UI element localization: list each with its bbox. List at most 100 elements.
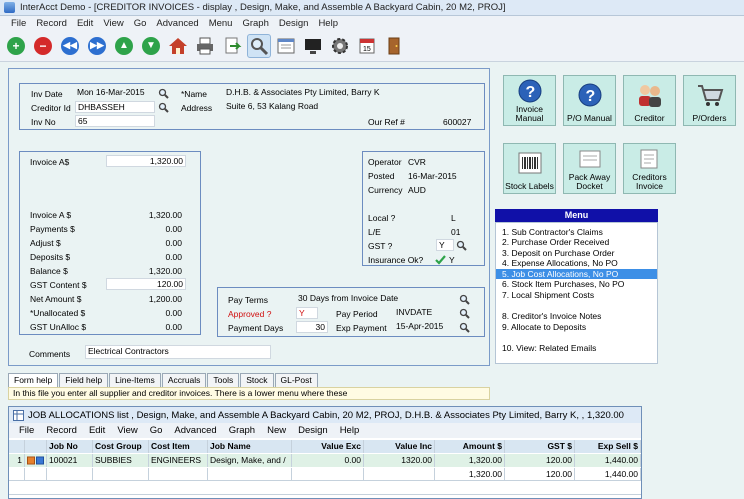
exp-payment-field[interactable]: 15-Apr-2015 (394, 321, 456, 333)
job-name-cell[interactable]: Design, Make, and / (208, 454, 292, 467)
grid-header-cell[interactable]: Cost Group (93, 440, 149, 453)
menu-design[interactable]: Design (274, 18, 314, 29)
grid-header-cell[interactable]: Amount $ (435, 440, 505, 453)
approved-field[interactable]: Y (296, 307, 318, 319)
pack-away-docket-button[interactable]: Pack Away Docket (563, 143, 616, 194)
tab-stock[interactable]: Stock (240, 373, 274, 387)
last-record-button[interactable]: ▶▶ (85, 34, 109, 58)
menu-advanced[interactable]: Advanced (151, 18, 203, 29)
creditor-id-field[interactable]: DHBASSEH (75, 101, 155, 113)
gst-content-field[interactable]: 120.00 (106, 278, 186, 290)
creditors-invoice-button[interactable]: Creditors Invoice (623, 143, 676, 194)
form-button[interactable] (274, 34, 298, 58)
gst-field[interactable]: Y (436, 239, 454, 251)
cost-item-cell[interactable]: ENGINEERS (149, 454, 208, 467)
menu-graph[interactable]: Graph (237, 18, 273, 29)
calendar-button[interactable]: 15 (355, 34, 379, 58)
grid-header-cell[interactable]: Value Exc (292, 440, 364, 453)
pay-terms-lookup-icon[interactable] (459, 294, 470, 305)
inv-no-field[interactable]: 65 (75, 115, 155, 127)
menu-menu[interactable]: Menu (204, 18, 238, 29)
sub-menu-graph[interactable]: Graph (223, 425, 261, 436)
creditor-lookup-icon[interactable] (158, 102, 169, 113)
cost-group-cell[interactable]: SUBBIES (93, 454, 149, 467)
gst-lookup-icon[interactable] (456, 240, 467, 251)
payment-days-field[interactable]: 30 (296, 321, 328, 333)
porders-button[interactable]: P/Orders (683, 75, 736, 126)
export-button[interactable] (220, 34, 244, 58)
job-no-cell[interactable]: 100021 (47, 454, 93, 467)
empty-row[interactable] (9, 482, 641, 495)
invoice-manual-button[interactable]: ? Invoice Manual (503, 75, 556, 126)
po-manual-button[interactable]: ? P/O Manual (563, 75, 616, 126)
sub-menu-view[interactable]: View (111, 425, 143, 436)
menu-item-job-cost-allocations[interactable]: 5. Job Cost Allocations, No PO (496, 269, 657, 279)
grid-header-cell[interactable]: GST $ (505, 440, 575, 453)
menu-help[interactable]: Help (313, 18, 343, 29)
address-field[interactable]: Suite 6, 53 Kalang Road (224, 101, 404, 113)
sub-menu-help[interactable]: Help (334, 425, 366, 436)
menu-file[interactable]: File (6, 18, 31, 29)
value-inc-cell[interactable]: 1320.00 (364, 454, 435, 467)
screen-button[interactable] (301, 34, 325, 58)
amount-cell[interactable]: 1,320.00 (435, 454, 505, 467)
link-icon[interactable] (36, 456, 44, 465)
invoice-amount-field[interactable]: 1,320.00 (106, 155, 186, 167)
pay-period-field[interactable]: INVDATE (394, 307, 456, 319)
menu-edit[interactable]: Edit (72, 18, 98, 29)
pay-terms-field[interactable]: 30 Days from Invoice Date (296, 293, 456, 305)
menu-item-purchase-order-received[interactable]: 2. Purchase Order Received (496, 237, 657, 247)
exp-sell-cell[interactable]: 1,440.00 (575, 454, 641, 467)
sub-menu-edit[interactable]: Edit (83, 425, 111, 436)
gst-cell[interactable]: 120.00 (505, 454, 575, 467)
grid-header-cell[interactable]: Exp Sell $ (575, 440, 641, 453)
menu-item-creditor-invoice-notes[interactable]: 8. Creditor's Invoice Notes (496, 311, 657, 321)
tab-field-help[interactable]: Field help (59, 373, 109, 387)
tab-tools[interactable]: Tools (207, 373, 240, 387)
grid-header-cell[interactable]: Cost Item (149, 440, 208, 453)
print-button[interactable] (193, 34, 217, 58)
name-field[interactable]: D.H.B. & Associates Pty Limited, Barry K (224, 87, 404, 99)
menu-record[interactable]: Record (31, 18, 72, 29)
creditor-button[interactable]: Creditor (623, 75, 676, 126)
add-button[interactable]: + (4, 34, 28, 58)
inv-date-field[interactable]: Mon 16-Mar-2015 (75, 87, 155, 99)
tab-line-items[interactable]: Line-Items (109, 373, 161, 387)
menu-item-sub-contractor-claims[interactable]: 1. Sub Contractor's Claims (496, 227, 657, 237)
menu-item-deposit-on-po[interactable]: 3. Deposit on Purchase Order (496, 248, 657, 258)
exit-button[interactable] (382, 34, 406, 58)
inv-date-lookup-icon[interactable] (158, 88, 169, 99)
sub-menu-go[interactable]: Go (144, 425, 169, 436)
delete-button[interactable]: − (31, 34, 55, 58)
record-icon[interactable] (27, 456, 35, 465)
pay-period-lookup-icon[interactable] (459, 308, 470, 319)
menu-item-local-shipment-costs[interactable]: 7. Local Shipment Costs (496, 290, 657, 300)
tab-form-help[interactable]: Form help (8, 373, 59, 387)
sub-menu-advanced[interactable]: Advanced (168, 425, 222, 436)
grid-header-cell[interactable]: Value Inc (364, 440, 435, 453)
menu-item-stock-item-purchases[interactable]: 6. Stock Item Purchases, No PO (496, 279, 657, 289)
grid-header-cell[interactable]: Job Name (208, 440, 292, 453)
down-button[interactable]: ▼ (139, 34, 163, 58)
menu-go[interactable]: Go (129, 18, 152, 29)
settings-button[interactable] (328, 34, 352, 58)
sub-menu-design[interactable]: Design (292, 425, 334, 436)
value-exc-cell[interactable]: 0.00 (292, 454, 364, 467)
menu-item-view-related-emails[interactable]: 10. View: Related Emails (496, 343, 657, 353)
first-record-button[interactable]: ◀◀ (58, 34, 82, 58)
menu-item-allocate-to-deposits[interactable]: 9. Allocate to Deposits (496, 322, 657, 332)
tab-gl-post[interactable]: GL-Post (274, 373, 318, 387)
tab-accruals[interactable]: Accruals (161, 373, 207, 387)
grid-header-cell[interactable]: Job No (47, 440, 93, 453)
menu-item-expense-allocations[interactable]: 4. Expense Allocations, No PO (496, 258, 657, 268)
home-button[interactable] (166, 34, 190, 58)
table-row[interactable]: 1 100021 SUBBIES ENGINEERS Design, Make,… (9, 454, 641, 467)
sub-menu-new[interactable]: New (261, 425, 292, 436)
search-button[interactable] (247, 33, 271, 58)
menu-view[interactable]: View (98, 18, 128, 29)
up-button[interactable]: ▲ (112, 34, 136, 58)
stock-labels-button[interactable]: Stock Labels (503, 143, 556, 194)
comments-field[interactable]: Electrical Contractors (85, 345, 271, 359)
sub-menu-record[interactable]: Record (40, 425, 83, 436)
exp-payment-lookup-icon[interactable] (459, 322, 470, 333)
